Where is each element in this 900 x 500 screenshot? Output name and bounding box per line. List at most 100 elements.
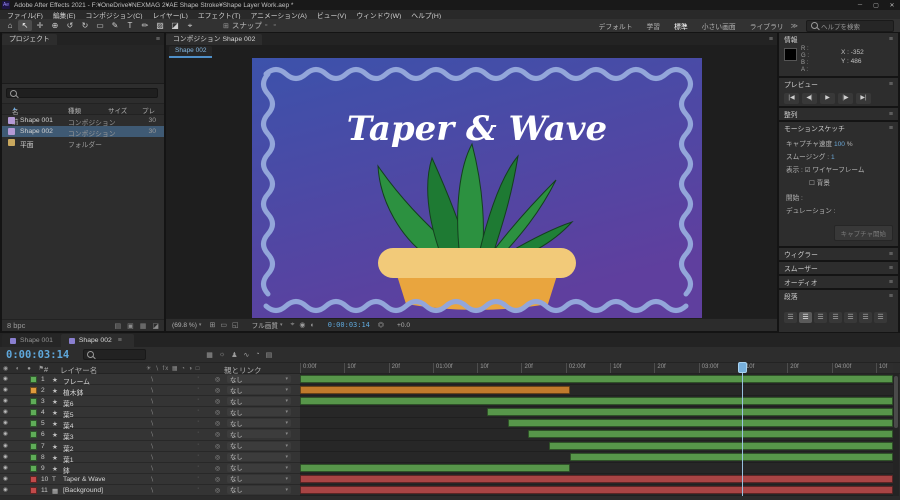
layer-track[interactable] — [300, 441, 893, 452]
project-item-solids-folder[interactable]: 平面 フォルダー — [2, 137, 164, 148]
eye-icon[interactable]: ◉ — [3, 476, 8, 482]
grid-guides-icon[interactable]: ⊞ — [209, 321, 215, 329]
parent-link-dropdown[interactable]: なし▾ — [227, 442, 291, 450]
comp-mini-flowchart-icon[interactable]: ▦ — [206, 351, 213, 359]
layer-row[interactable]: ◉ 10 T Taper & Wave ∖ · ◎ なし▾ — [0, 474, 893, 485]
pickwhip-icon[interactable]: ◎ — [215, 376, 220, 383]
brush-tool-icon[interactable]: ✏ — [138, 20, 152, 31]
quality-switch[interactable]: ∖ — [150, 420, 154, 427]
snap-label[interactable]: スナップ — [232, 20, 262, 31]
first-frame-button[interactable]: |◀ — [784, 93, 799, 104]
layer-duration-bar[interactable] — [549, 442, 893, 450]
panel-menu-icon[interactable]: ≡ — [118, 334, 122, 347]
layer-duration-bar[interactable] — [300, 397, 893, 405]
zoom-dropdown[interactable]: (69.8 %)▾ — [172, 322, 201, 329]
audio-panel-title[interactable]: オーディオ — [784, 277, 818, 287]
menu-item[interactable]: エフェクト(T) — [193, 10, 246, 20]
color-depth-label[interactable]: 8 bpc — [7, 321, 25, 330]
parent-link-dropdown[interactable]: なし▾ — [227, 397, 291, 405]
workspace-standard[interactable]: 標準 — [667, 21, 695, 31]
next-frame-button[interactable]: |▶ — [838, 93, 853, 104]
eye-icon[interactable]: ◉ — [3, 431, 8, 437]
frame-blending-icon[interactable]: ∿ — [244, 351, 250, 359]
layer-duration-bar[interactable] — [487, 408, 893, 416]
shy-layers-icon[interactable]: ♟ — [231, 351, 237, 359]
eraser-tool-icon[interactable]: ◪ — [168, 20, 182, 31]
workspace-overflow-icon[interactable]: ≫ — [791, 22, 798, 30]
quality-switch[interactable]: ∖ — [150, 454, 154, 461]
panel-menu-icon[interactable]: ≡ — [156, 36, 160, 43]
quality-switch[interactable]: ∖ — [150, 443, 154, 450]
layer-duration-bar[interactable] — [300, 486, 893, 494]
last-frame-button[interactable]: ▶| — [856, 93, 871, 104]
column-size[interactable]: サイズ — [108, 105, 127, 115]
layer-track[interactable] — [300, 452, 893, 463]
eye-icon[interactable]: ◉ — [3, 409, 8, 415]
eye-icon[interactable]: ◉ — [3, 465, 8, 471]
pickwhip-icon[interactable]: ◎ — [215, 398, 220, 405]
layer-row[interactable]: ◉ 4 ★ 葉5 ∖ · ◎ なし▾ — [0, 407, 893, 418]
layer-row[interactable]: ◉ 2 ★ 植木鉢 ∖ · ◎ なし▾ — [0, 385, 893, 396]
menu-item[interactable]: コンポジション(C) — [81, 10, 148, 20]
pen-tool-icon[interactable]: ✎ — [108, 20, 122, 31]
layer-duration-bar[interactable] — [300, 475, 893, 483]
motion-blur-icon[interactable]: ◔ — [255, 351, 259, 359]
layer-track[interactable] — [300, 374, 893, 385]
menu-item[interactable]: ウィンドウ(W) — [351, 10, 406, 20]
graph-editor-icon[interactable]: ▤ — [266, 351, 273, 359]
layer-row[interactable]: ◉ 8 ★ 葉1 ∖ · ◎ なし▾ — [0, 452, 893, 463]
background-checkbox[interactable]: ☐ — [809, 180, 815, 187]
panel-menu-icon[interactable]: ≡ — [889, 81, 893, 88]
pickwhip-icon[interactable]: ◎ — [215, 409, 220, 416]
parent-link-dropdown[interactable]: なし▾ — [227, 408, 291, 416]
timeline-tab-shape-002[interactable]: Shape 002 ≡ — [61, 334, 134, 347]
quality-switch[interactable]: ∖ — [150, 387, 154, 394]
pickwhip-icon[interactable]: ◎ — [215, 465, 220, 472]
pickwhip-icon[interactable]: ◎ — [215, 387, 220, 394]
label-color-chip[interactable] — [30, 465, 37, 472]
quality-switch[interactable]: ∖ — [150, 487, 154, 494]
label-color-chip[interactable] — [30, 487, 37, 494]
eye-icon[interactable]: ◉ — [3, 387, 8, 393]
parent-link-dropdown[interactable]: なし▾ — [227, 430, 291, 438]
pickwhip-icon[interactable]: ◎ — [215, 487, 220, 494]
layer-row[interactable]: ◉ 9 ★ 鉢 ∖ · ◎ なし▾ — [0, 463, 893, 474]
layer-track[interactable] — [300, 396, 893, 407]
clone-stamp-tool-icon[interactable]: ▨ — [153, 20, 167, 31]
motion-sketch-title[interactable]: モーションスケッチ — [784, 123, 845, 133]
quality-switch[interactable]: ∖ — [150, 431, 154, 438]
rotation-tool-icon[interactable]: ↻ — [78, 20, 92, 31]
justify-last-center-icon[interactable]: ☰ — [844, 312, 857, 323]
layer-row[interactable]: ◉ 11 ▦ [Background] ∖ · ◎ なし▾ — [0, 485, 893, 496]
menu-item[interactable]: アニメーション(A) — [246, 10, 312, 20]
view-target-icon[interactable]: ⌖ — [290, 321, 294, 329]
panel-menu-icon[interactable]: ≡ — [889, 279, 893, 286]
transparency-grid-icon[interactable]: ◱ — [232, 321, 239, 329]
paragraph-panel-title[interactable]: 段落 — [784, 291, 798, 301]
selection-tool-icon[interactable]: ↖ — [18, 20, 32, 31]
label-color-chip[interactable] — [30, 443, 37, 450]
layer-row[interactable]: ◉ 1 ★ フレーム ∖ · ◎ なし▾ — [0, 374, 893, 385]
menu-item[interactable]: ビュー(V) — [312, 10, 351, 20]
composition-canvas[interactable]: Taper & Wave — [252, 58, 702, 322]
layer-row[interactable]: ◉ 3 ★ 葉6 ∖ · ◎ なし▾ — [0, 396, 893, 407]
label-color-chip[interactable] — [30, 409, 37, 416]
info-panel-title[interactable]: 情報 — [784, 34, 798, 44]
close-button[interactable]: ✕ — [884, 2, 900, 9]
layer-track[interactable] — [300, 463, 893, 474]
menu-item[interactable]: 編集(E) — [48, 10, 81, 20]
label-color-chip[interactable] — [30, 431, 37, 438]
parent-link-dropdown[interactable]: なし▾ — [227, 464, 291, 472]
parent-link-dropdown[interactable]: なし▾ — [227, 419, 291, 427]
pickwhip-icon[interactable]: ◎ — [215, 454, 220, 461]
draft-3d-icon[interactable]: ☼ — [219, 351, 225, 359]
align-left-icon[interactable]: ☰ — [784, 312, 797, 323]
tab-composition[interactable]: コンポジション Shape 002 — [166, 34, 262, 45]
column-type[interactable]: 種類 — [68, 105, 81, 115]
label-color-chip[interactable] — [30, 454, 37, 461]
layer-duration-bar[interactable] — [300, 375, 893, 383]
pickwhip-icon[interactable]: ◎ — [215, 476, 220, 483]
layer-row[interactable]: ◉ 7 ★ 葉2 ∖ · ◎ なし▾ — [0, 441, 893, 452]
quality-dropdown[interactable]: フル画質▾ — [252, 320, 283, 330]
pickwhip-icon[interactable]: ◎ — [215, 443, 220, 450]
